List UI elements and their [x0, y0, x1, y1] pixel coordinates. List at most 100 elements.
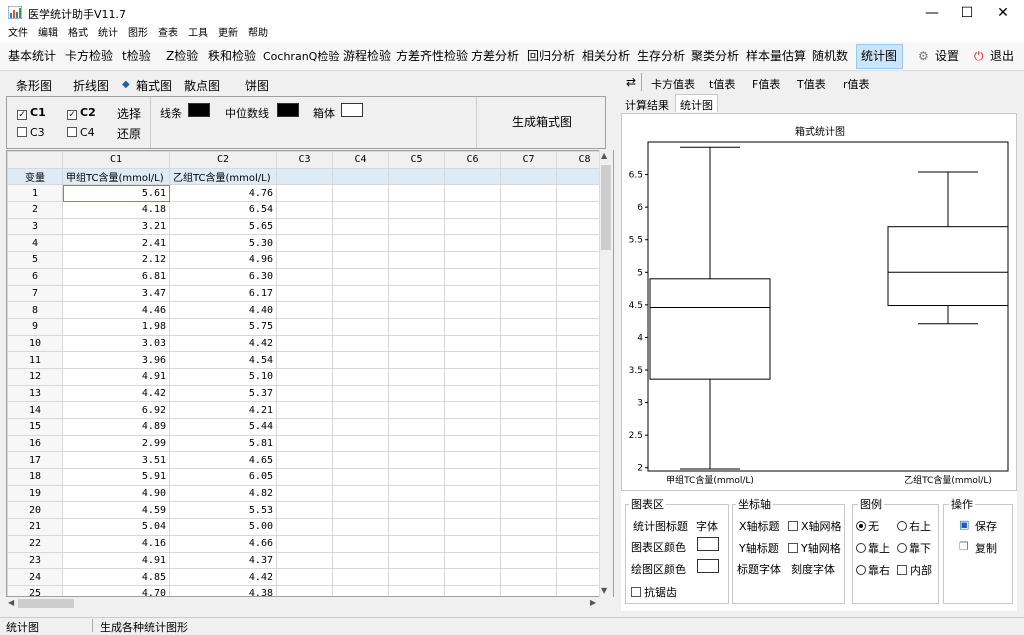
tb-regression[interactable]: 回归分析 — [527, 42, 575, 71]
cell[interactable] — [332, 401, 389, 419]
title-font-setting[interactable]: 标题字体 — [737, 561, 781, 577]
tab-pie[interactable]: 饼图 — [245, 77, 269, 94]
cell[interactable] — [444, 451, 501, 470]
cell[interactable] — [332, 367, 389, 386]
cell[interactable] — [444, 334, 501, 353]
cell[interactable] — [444, 267, 501, 286]
row-header[interactable]: 8 — [7, 301, 63, 319]
row-header[interactable]: 20 — [7, 501, 63, 520]
cell[interactable] — [332, 518, 389, 536]
cell[interactable] — [388, 551, 445, 570]
menu-stats[interactable]: 统计 — [93, 26, 123, 42]
cell[interactable] — [444, 301, 501, 319]
cell[interactable] — [332, 451, 389, 470]
cell-c1[interactable]: 3.51 — [62, 451, 170, 470]
row-header[interactable]: 22 — [7, 534, 63, 553]
tb-anova[interactable]: 方差分析 — [471, 42, 519, 71]
cell[interactable] — [332, 501, 389, 520]
cell[interactable] — [500, 518, 557, 536]
check-c2[interactable]: ✓ C2 — [67, 106, 96, 120]
cell-c1[interactable]: 4.85 — [62, 568, 170, 586]
cell[interactable] — [388, 434, 445, 453]
cell[interactable] — [444, 384, 501, 403]
cell[interactable] — [332, 217, 389, 236]
cell-c1[interactable]: 6.81 — [62, 267, 170, 286]
cell[interactable] — [500, 384, 557, 403]
cell[interactable] — [276, 217, 333, 236]
scroll-down-icon[interactable]: ▼ — [601, 586, 607, 595]
cell[interactable] — [276, 251, 333, 269]
cell-c2[interactable]: 5.44 — [169, 418, 277, 436]
cell[interactable] — [388, 468, 445, 486]
cell-c1[interactable]: 3.96 — [62, 351, 170, 369]
median-color-swatch[interactable] — [277, 103, 299, 117]
cell-c1[interactable]: 4.59 — [62, 501, 170, 520]
cell[interactable] — [332, 267, 389, 286]
save-button[interactable]: 保存 — [975, 518, 997, 534]
cell-c2[interactable]: 5.65 — [169, 217, 277, 236]
cell[interactable] — [332, 468, 389, 486]
cell[interactable] — [444, 251, 501, 269]
cell-c2[interactable]: 6.30 — [169, 267, 277, 286]
cell[interactable] — [444, 468, 501, 486]
cell-c2[interactable]: 5.37 — [169, 384, 277, 403]
cell[interactable] — [500, 334, 557, 353]
cell-c1[interactable]: 3.47 — [62, 284, 170, 303]
tab-f-table[interactable]: F值表 — [752, 76, 780, 92]
tb-sample-size[interactable]: 样本量估算 — [746, 42, 806, 71]
cell[interactable] — [332, 384, 389, 403]
cell[interactable] — [388, 418, 445, 436]
cell[interactable] — [500, 184, 557, 203]
tab-t-table[interactable]: t值表 — [709, 76, 735, 92]
cell-c2[interactable]: 6.17 — [169, 284, 277, 303]
cell[interactable] — [500, 484, 557, 503]
tb-rank-sum[interactable]: 秩和检验 — [208, 42, 256, 71]
cell[interactable] — [276, 584, 333, 596]
cell[interactable] — [444, 434, 501, 453]
tb-chi-square[interactable]: 卡方检验 — [65, 42, 113, 71]
cell-c1[interactable]: 3.03 — [62, 334, 170, 353]
cell[interactable] — [444, 584, 501, 596]
scroll-right-icon[interactable]: ▶ — [590, 598, 596, 607]
tab-results[interactable]: 计算结果 — [625, 97, 669, 113]
cell[interactable] — [276, 201, 333, 219]
cell[interactable] — [500, 167, 557, 186]
tab-chi-table[interactable]: 卡方值表 — [651, 76, 695, 92]
cell[interactable] — [500, 351, 557, 369]
cell[interactable] — [444, 317, 501, 336]
col-header-c7[interactable]: C7 — [500, 151, 557, 169]
cell[interactable] — [444, 551, 501, 570]
cell-c1[interactable]: 5.91 — [62, 468, 170, 486]
cell[interactable] — [388, 234, 445, 253]
cell[interactable] — [388, 284, 445, 303]
cell-c2[interactable]: 5.75 — [169, 317, 277, 336]
row-header[interactable]: 11 — [7, 351, 63, 369]
cell[interactable] — [332, 234, 389, 253]
legend-none-radio[interactable]: 无 — [856, 518, 879, 534]
copy-button[interactable]: 复制 — [975, 540, 997, 556]
cell[interactable] — [388, 317, 445, 336]
cell-c2[interactable]: 5.10 — [169, 367, 277, 386]
cell[interactable] — [444, 401, 501, 419]
cell[interactable] — [388, 167, 445, 186]
generate-box-plot-button[interactable]: 生成箱式图 — [476, 97, 607, 148]
cell[interactable] — [276, 534, 333, 553]
cell[interactable] — [388, 334, 445, 353]
cell[interactable] — [332, 418, 389, 436]
cell[interactable] — [276, 334, 333, 353]
cell[interactable] — [500, 201, 557, 219]
cell[interactable] — [276, 184, 333, 203]
cell[interactable] — [500, 367, 557, 386]
cell[interactable] — [276, 401, 333, 419]
cell[interactable] — [388, 534, 445, 553]
row-header[interactable]: 9 — [7, 317, 63, 336]
cell[interactable] — [500, 551, 557, 570]
row-header[interactable]: 7 — [7, 284, 63, 303]
cell[interactable] — [332, 201, 389, 219]
cell-c1[interactable]: 3.21 — [62, 217, 170, 236]
horizontal-scroll-thumb[interactable] — [18, 599, 74, 608]
cell[interactable] — [388, 451, 445, 470]
cell[interactable] — [500, 217, 557, 236]
row-header[interactable]: 3 — [7, 217, 63, 236]
col-header-c2[interactable]: C2 — [169, 151, 277, 169]
